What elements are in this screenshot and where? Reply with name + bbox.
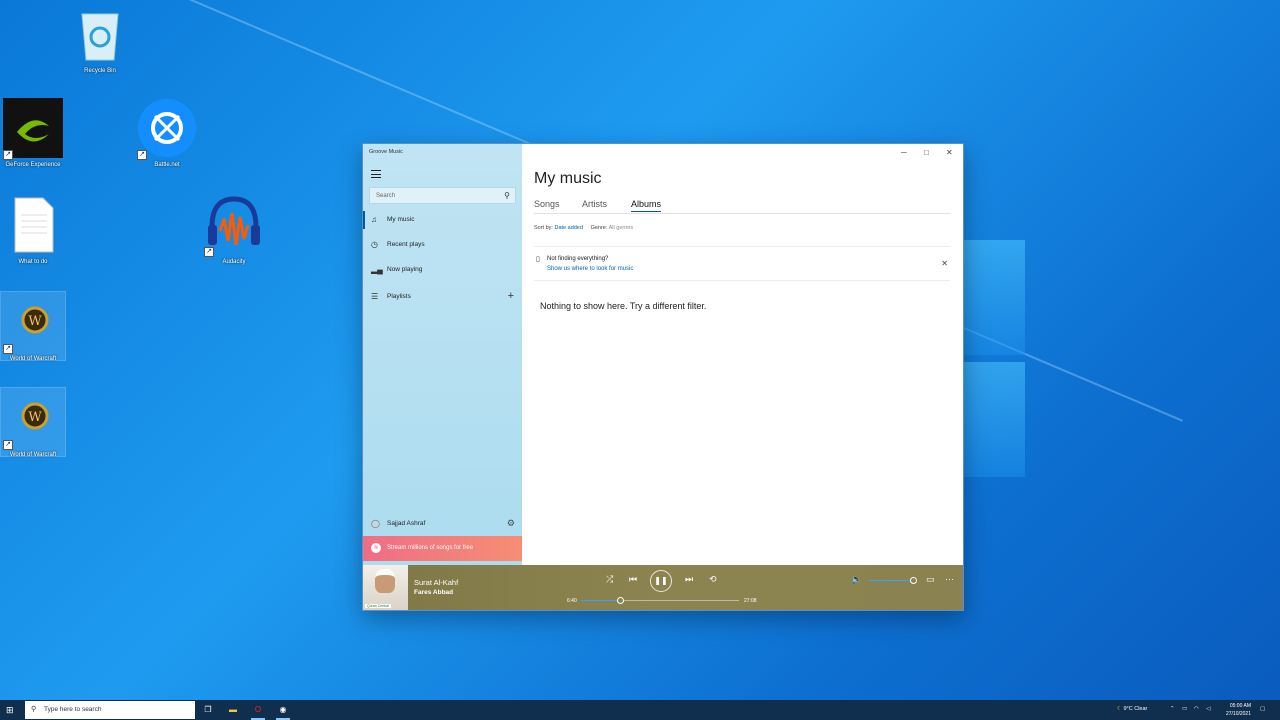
pause-button[interactable]: ❚❚ bbox=[650, 570, 672, 592]
sort-dropdown[interactable]: Date added bbox=[554, 225, 582, 231]
svg-text:W: W bbox=[28, 410, 42, 425]
volume-icon[interactable]: 🔈 bbox=[851, 574, 862, 585]
tab-artists[interactable]: Artists bbox=[582, 199, 607, 209]
tab-songs[interactable]: Songs bbox=[534, 199, 560, 209]
sidebar-item-my-music[interactable]: ♫ My music bbox=[363, 209, 522, 231]
system-clock[interactable]: 05:00 AM 27/10/2021 bbox=[1217, 702, 1251, 718]
genre-dropdown[interactable]: All genres bbox=[609, 225, 633, 231]
speaker-icon[interactable]: ◁ bbox=[1206, 706, 1210, 712]
geforce-icon: ↗ bbox=[3, 98, 63, 160]
desktop-icon-what-to-do[interactable]: What to do bbox=[1, 195, 65, 265]
notice-link[interactable]: Show us where to look for music bbox=[547, 266, 633, 272]
opera-icon[interactable]: O bbox=[251, 703, 265, 720]
not-finding-notice: ▯ Not finding everything? Show us where … bbox=[534, 246, 950, 281]
battlenet-icon: ↗ bbox=[137, 98, 197, 160]
volume-thumb[interactable] bbox=[910, 577, 917, 584]
desktop-icon-wow-2[interactable]: W ↗ World of Warcraft bbox=[0, 387, 66, 458]
search-icon[interactable]: ⚲ bbox=[504, 191, 510, 200]
notice-title: Not finding everything? bbox=[547, 256, 609, 262]
track-title[interactable]: Surat Al-Kahf bbox=[414, 578, 458, 587]
groove-music-window: Groove Music Search ⚲ ♫ My music ◷ Recen… bbox=[363, 144, 963, 610]
wifi-icon[interactable]: ◠ bbox=[1194, 706, 1199, 712]
search-placeholder: Search bbox=[376, 193, 396, 199]
desktop-icon-battlenet[interactable]: ↗ Battle.net bbox=[135, 98, 199, 168]
album-art-tag: Quran Central bbox=[365, 604, 391, 608]
now-playing-bar: Quran Central Surat Al-Kahf Fares Abbad … bbox=[363, 565, 963, 610]
page-title: My music bbox=[534, 170, 602, 187]
sidebar: Groove Music Search ⚲ ♫ My music ◷ Recen… bbox=[363, 144, 522, 565]
genre-label: Genre: bbox=[590, 225, 608, 231]
empty-state-message: Nothing to show here. Try a different fi… bbox=[540, 301, 707, 311]
recycle-bin-icon bbox=[70, 4, 130, 64]
windows-start-icon[interactable]: ⊞ bbox=[6, 705, 14, 716]
shuffle-icon[interactable]: ⤮ bbox=[606, 574, 613, 585]
desktop-icon-audacity[interactable]: ↗ Audacity bbox=[202, 195, 266, 265]
seek-fill bbox=[581, 600, 621, 601]
duration-time: 27:08 bbox=[744, 598, 757, 604]
mini-view-icon[interactable]: ▭ bbox=[926, 574, 935, 585]
dismiss-notice-icon[interactable]: ✕ bbox=[941, 259, 948, 268]
tab-divider bbox=[534, 213, 950, 214]
list-icon: ☰ bbox=[371, 292, 379, 301]
warcraft-icon: W ↗ bbox=[3, 388, 63, 450]
shortcut-arrow-icon: ↗ bbox=[3, 440, 13, 450]
hamburger-menu-icon[interactable] bbox=[371, 170, 381, 178]
svg-text:W: W bbox=[28, 314, 42, 329]
track-artist[interactable]: Fares Abbad bbox=[414, 589, 453, 596]
search-icon: ⚲ bbox=[31, 706, 37, 713]
sidebar-item-now-playing[interactable]: ▂▄ Now playing bbox=[363, 259, 522, 281]
desktop-icon-wow-1[interactable]: W ↗ World of Warcraft bbox=[0, 291, 66, 362]
phone-icon: ▯ bbox=[536, 256, 540, 263]
sort-label: Sort by: bbox=[534, 225, 553, 231]
settings-gear-icon[interactable]: ⚙ bbox=[507, 518, 515, 529]
seek-thumb[interactable] bbox=[617, 597, 624, 604]
text-document-icon bbox=[3, 195, 63, 255]
sidebar-item-recent-plays[interactable]: ◷ Recent plays bbox=[363, 234, 522, 256]
previous-icon[interactable]: ⏮ bbox=[629, 574, 637, 585]
maximize-icon[interactable]: □ bbox=[924, 148, 929, 157]
more-options-icon[interactable]: ··· bbox=[945, 574, 954, 584]
user-account[interactable]: ◯ Sajjad Ashraf ⚙ bbox=[363, 514, 522, 534]
network-icon[interactable]: ▭ bbox=[1182, 706, 1187, 712]
notifications-icon[interactable]: ▢ bbox=[1260, 706, 1265, 712]
filter-bar: Sort by: Date added Genre: All genres bbox=[534, 225, 633, 231]
sidebar-item-playlists[interactable]: ☰ Playlists + bbox=[363, 286, 522, 308]
clock-icon: ◷ bbox=[371, 240, 378, 249]
spotify-promo-banner[interactable]: ≋ Stream millions of songs for free bbox=[363, 536, 522, 561]
minimize-icon[interactable]: ─ bbox=[901, 148, 907, 157]
shortcut-arrow-icon: ↗ bbox=[137, 150, 147, 160]
elapsed-time: 6:40 bbox=[567, 598, 577, 604]
add-playlist-icon[interactable]: + bbox=[508, 290, 514, 302]
weather-widget[interactable]: ☾ 9°C Clear bbox=[1117, 706, 1147, 712]
app-title: Groove Music bbox=[369, 149, 403, 155]
task-view-icon[interactable]: ❐ bbox=[201, 703, 215, 717]
music-note-icon: ♫ bbox=[371, 215, 377, 224]
volume-slider[interactable] bbox=[869, 577, 917, 584]
seek-slider[interactable] bbox=[581, 597, 739, 604]
spotify-icon: ≋ bbox=[371, 543, 381, 553]
shortcut-arrow-icon: ↗ bbox=[204, 247, 214, 257]
next-icon[interactable]: ⏭ bbox=[685, 574, 693, 585]
tab-albums[interactable]: Albums bbox=[631, 199, 662, 212]
user-icon: ◯ bbox=[371, 519, 380, 528]
desktop-icon-geforce[interactable]: ↗ GeForce Experience bbox=[1, 98, 65, 168]
search-input[interactable]: Search ⚲ bbox=[369, 187, 516, 204]
warcraft-icon: W ↗ bbox=[3, 292, 63, 354]
album-art[interactable]: Quran Central bbox=[363, 565, 408, 610]
taskbar-search-input[interactable]: ⚲ Type here to search bbox=[25, 701, 195, 719]
moon-icon: ☾ bbox=[1117, 706, 1122, 712]
shortcut-arrow-icon: ↗ bbox=[3, 344, 13, 354]
taskbar: ⊞ ⚲ Type here to search ❐ ▬ O ◉ ☾ 9°C Cl… bbox=[0, 700, 1280, 720]
desktop-icon-recycle-bin[interactable]: Recycle Bin bbox=[68, 4, 132, 74]
main-content: ─ □ ✕ My music Songs Artists Albums Sort… bbox=[522, 144, 963, 565]
tray-chevron-icon[interactable]: ⌃ bbox=[1170, 706, 1175, 712]
groove-music-taskbar-icon[interactable]: ◉ bbox=[276, 703, 290, 720]
file-explorer-icon[interactable]: ▬ bbox=[226, 703, 240, 717]
audacity-icon: ↗ bbox=[204, 195, 264, 257]
repeat-icon[interactable]: ⟲ bbox=[709, 574, 717, 585]
bars-icon: ▂▄ bbox=[371, 265, 383, 274]
shortcut-arrow-icon: ↗ bbox=[3, 150, 13, 160]
close-icon[interactable]: ✕ bbox=[946, 148, 953, 157]
